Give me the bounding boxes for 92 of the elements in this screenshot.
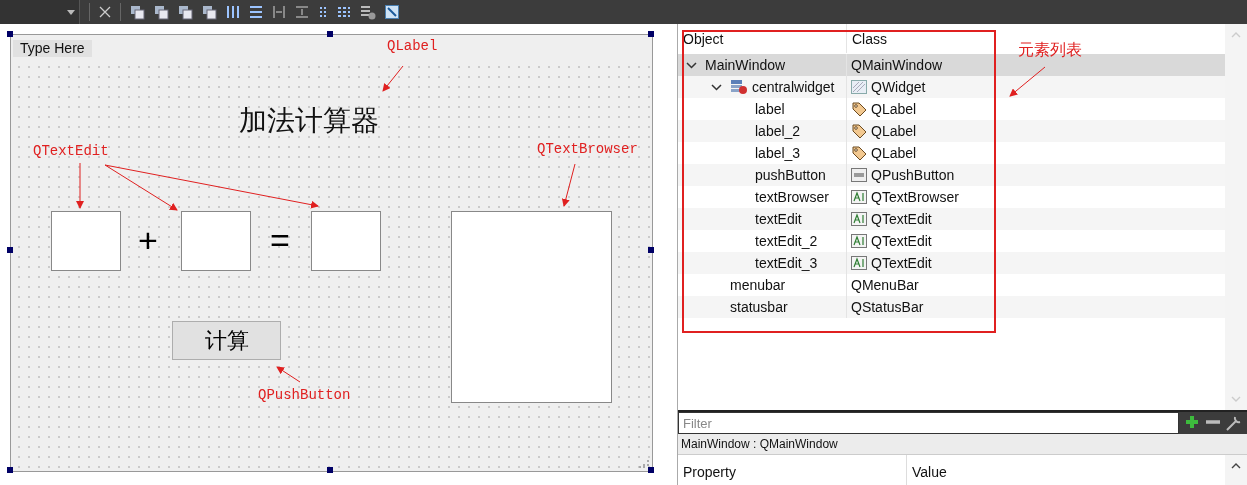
object-name: textEdit_3	[755, 255, 818, 271]
widget-combo-box[interactable]	[0, 0, 80, 24]
chevron-icon[interactable]	[711, 83, 722, 91]
class-name: QLabel	[871, 123, 917, 139]
tree-row[interactable]: pushButton QPushButton	[678, 164, 1225, 186]
split-horizontal-icon[interactable]	[272, 5, 286, 19]
annotation-arrow	[276, 366, 301, 383]
column-header[interactable]: Class	[847, 24, 967, 53]
class-name: QTextEdit	[871, 233, 932, 249]
tag-icon	[851, 101, 867, 117]
annotation-arrow	[561, 163, 576, 207]
wrench-icon[interactable]	[1225, 414, 1243, 433]
tag-icon	[851, 123, 867, 139]
tree-row[interactable]: label_2 QLabel	[678, 120, 1225, 142]
scroll-up-icon[interactable]	[1231, 463, 1241, 470]
text-field-icon	[851, 256, 867, 270]
push-button-icon	[851, 168, 867, 182]
text-field-icon	[851, 212, 867, 226]
resize-icon[interactable]	[385, 5, 399, 19]
rows-icon[interactable]	[249, 5, 263, 19]
class-name: QTextBrowser	[871, 189, 959, 205]
class-name: QLabel	[871, 101, 917, 117]
column-header[interactable]: Value	[907, 455, 1225, 485]
class-name: QMenuBar	[851, 277, 919, 293]
text-browser[interactable]	[451, 211, 612, 403]
object-name: statusbar	[730, 299, 788, 315]
caret-icon	[67, 9, 75, 15]
text-field-icon	[851, 234, 867, 248]
calculate-button[interactable]: 计算	[172, 321, 281, 360]
text-edit[interactable]	[311, 211, 381, 271]
object-name: menubar	[730, 277, 786, 293]
selection-handle[interactable]	[648, 247, 654, 253]
window-icon[interactable]	[202, 4, 217, 20]
annotation-label: QTextEdit	[33, 143, 109, 159]
form-title-label: 加法计算器	[239, 104, 379, 138]
annotation-label: QTextBrowser	[537, 141, 638, 157]
filter-field[interactable]: Filter	[678, 412, 1179, 435]
chevron-icon[interactable]	[686, 61, 697, 69]
annotation-arrow	[76, 162, 84, 209]
object-name: centralwidget	[752, 79, 835, 95]
window-icon[interactable]	[154, 4, 169, 20]
grid-icon[interactable]	[318, 5, 328, 19]
selection-handle[interactable]	[648, 467, 654, 473]
object-name: textEdit_2	[755, 233, 818, 249]
text-edit[interactable]	[51, 211, 121, 271]
object-name: label_2	[755, 123, 801, 139]
object-name: textEdit	[755, 211, 802, 227]
columns-icon[interactable]	[226, 5, 240, 19]
class-name: QStatusBar	[851, 299, 924, 315]
class-name: QPushButton	[871, 167, 955, 183]
object-name: textBrowser	[755, 189, 829, 205]
selection-handle[interactable]	[7, 31, 13, 37]
hatched-widget-icon	[851, 80, 867, 94]
annotation-label: QPushButton	[258, 387, 351, 403]
object-name: label_3	[755, 145, 801, 161]
class-name: QLabel	[871, 145, 917, 161]
grid-icon[interactable]	[337, 5, 351, 19]
form-icon[interactable]	[360, 4, 376, 20]
object-name: MainWindow	[705, 57, 786, 73]
annotation-arrow	[382, 65, 404, 92]
selection-handle[interactable]	[7, 467, 13, 473]
class-name: QTextEdit	[871, 255, 932, 271]
text-field-icon	[851, 190, 867, 204]
widget-layout-icon	[730, 79, 748, 95]
annotation-label: QLabel	[387, 38, 438, 54]
selection-handle[interactable]	[327, 467, 333, 473]
window-icon[interactable]	[130, 4, 145, 20]
selection-handle[interactable]	[7, 247, 13, 253]
close-icon[interactable]	[99, 6, 111, 18]
operator-label: +	[138, 220, 158, 260]
text-edit[interactable]	[181, 211, 251, 271]
window-icon[interactable]	[178, 4, 193, 20]
operator-label: =	[270, 220, 290, 260]
tree-row[interactable]: statusbar QStatusBar	[678, 296, 1225, 318]
tag-icon	[851, 145, 867, 161]
class-name: QTextEdit	[871, 211, 932, 227]
annotation-arrow	[1009, 66, 1046, 97]
column-header[interactable]: Object	[678, 24, 847, 53]
class-name: QWidget	[871, 79, 926, 95]
tree-row[interactable]: centralwidget QWidget	[678, 76, 1225, 98]
split-vertical-icon[interactable]	[295, 5, 309, 19]
column-header[interactable]: Property	[678, 455, 907, 485]
selection-handle[interactable]	[648, 31, 654, 37]
selected-object-label: MainWindow : QMainWindow	[678, 434, 1247, 456]
class-name: QMainWindow	[851, 57, 943, 73]
object-name: pushButton	[755, 167, 826, 183]
tree-row[interactable]: textEdit QTextEdit	[678, 208, 1225, 230]
selection-handle[interactable]	[327, 31, 333, 37]
object-name: label	[755, 101, 785, 117]
menu-placeholder[interactable]: Type Here	[13, 40, 92, 57]
tree-row[interactable]: textEdit_3 QTextEdit	[678, 252, 1225, 274]
resize-grip-icon[interactable]	[639, 458, 649, 468]
